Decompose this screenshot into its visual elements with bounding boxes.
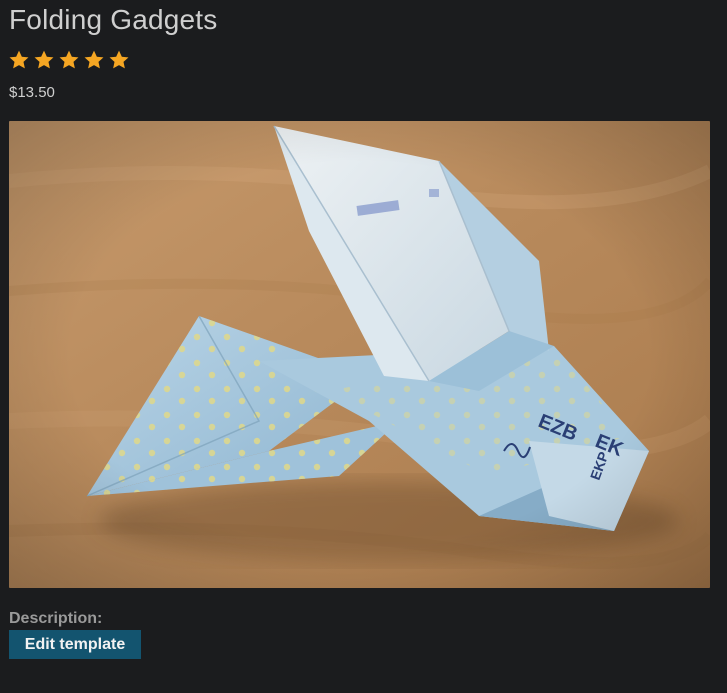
product-price: $13.50 [9,84,55,101]
star-icon [59,50,79,69]
edit-template-button[interactable]: Edit template [9,630,141,659]
product-title: Folding Gadgets [9,4,218,35]
description-label: Description: [9,610,103,627]
product-image: EZB EK EKP [9,121,710,588]
star-icon [9,50,29,69]
star-icon [34,50,54,69]
star-icon [84,50,104,69]
star-icon [109,50,129,69]
star-rating [8,49,130,71]
